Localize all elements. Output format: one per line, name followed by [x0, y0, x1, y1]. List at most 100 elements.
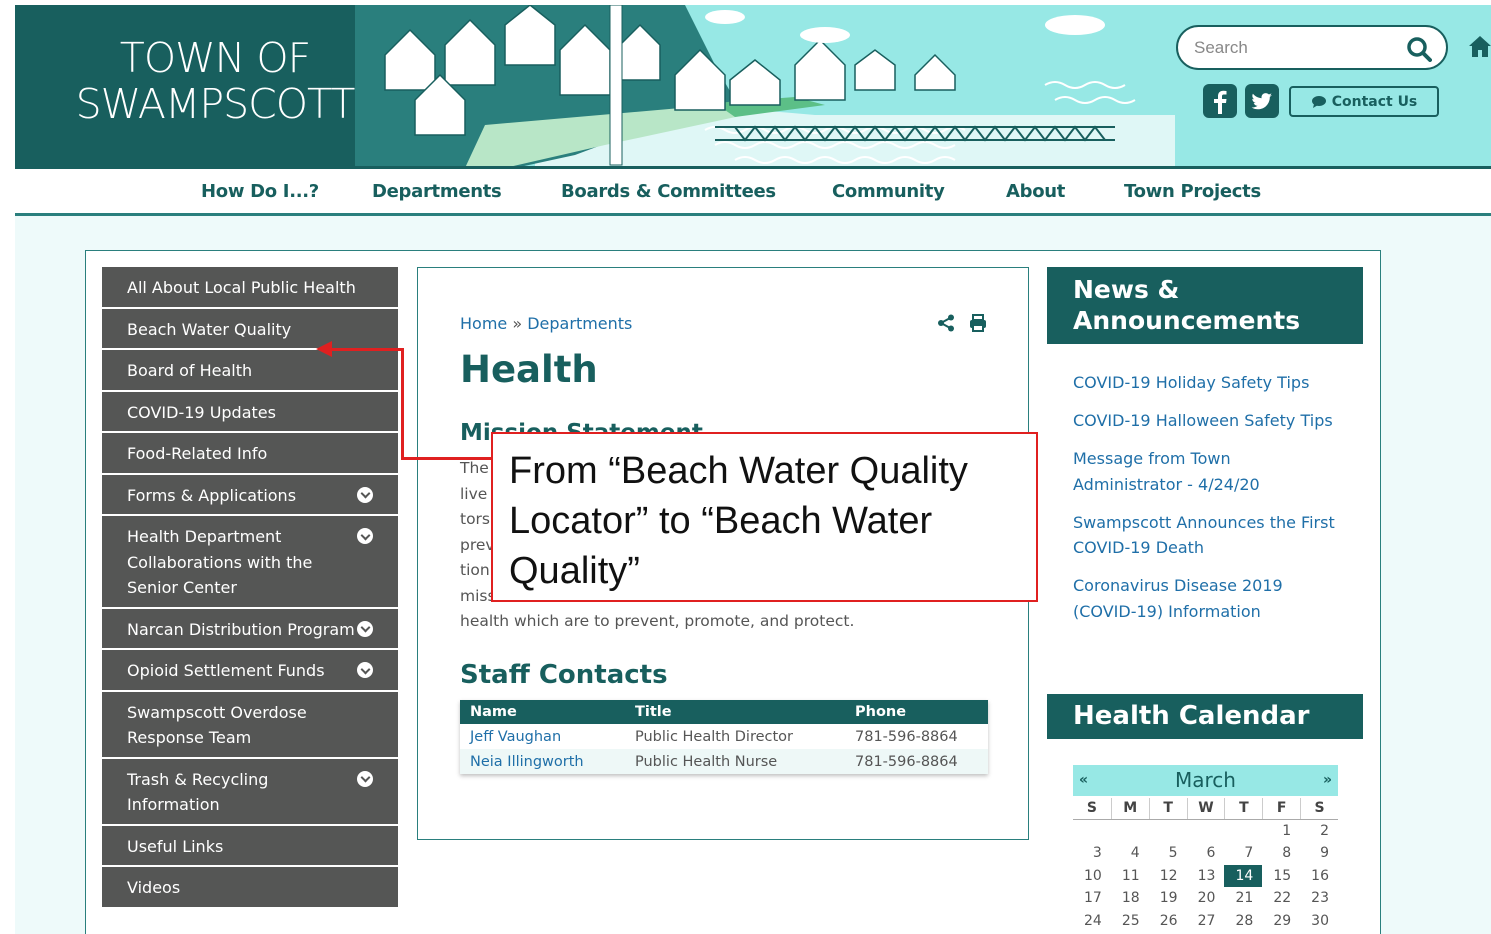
sidebar-item-label: All About Local Public Health — [127, 278, 356, 297]
calendar-month: March — [1175, 768, 1236, 792]
chevron-down-icon[interactable] — [357, 662, 373, 678]
staff-phone: 781-596-8864 — [855, 728, 958, 745]
sidebar-item-food-info[interactable]: Food-Related Info — [102, 433, 398, 475]
calendar-day[interactable]: 30 — [1300, 910, 1338, 932]
calendar-day[interactable]: 23 — [1300, 887, 1338, 909]
calendar-day[interactable]: 11 — [1111, 865, 1149, 887]
column-header-title: Title — [625, 700, 845, 724]
calendar-day[interactable]: 24 — [1073, 910, 1111, 932]
calendar-day[interactable]: 18 — [1111, 887, 1149, 909]
staff-contacts-heading: Staff Contacts — [460, 660, 668, 690]
main-nav: How Do I...? Departments Boards & Commit… — [15, 169, 1491, 215]
sidebar-item-label: Trash & Recycling Information — [127, 769, 269, 815]
calendar-day[interactable]: 3 — [1073, 842, 1111, 864]
calendar-day[interactable]: 1 — [1262, 820, 1300, 842]
sidebar-item-trash-recycling[interactable]: Trash & Recycling Information — [102, 758, 398, 826]
staff-title: Public Health Nurse — [625, 749, 845, 774]
calendar-day[interactable]: 26 — [1149, 910, 1187, 932]
sidebar-item-overdose-team[interactable]: Swampscott Overdose Response Team — [102, 691, 398, 759]
calendar-day[interactable]: 10 — [1073, 865, 1111, 887]
calendar-empty-cell — [1224, 820, 1262, 842]
sidebar-item-label: Board of Health — [127, 361, 253, 380]
calendar-day[interactable]: 21 — [1224, 887, 1262, 909]
calendar-day[interactable]: 28 — [1224, 910, 1262, 932]
sidebar-item-label: Health Department Collaborations with th… — [127, 527, 313, 597]
calendar-day[interactable]: 14 — [1224, 864, 1263, 888]
sidebar-item-beach-water-quality[interactable]: Beach Water Quality — [102, 308, 398, 350]
twitter-icon[interactable] — [1245, 84, 1279, 118]
calendar-day-name: F — [1262, 798, 1300, 819]
site-header: TOWN OF SWAMPSCOTT Search Contact Us — [15, 5, 1491, 168]
calendar-day[interactable]: 25 — [1111, 910, 1149, 932]
search-input[interactable] — [1194, 36, 1394, 60]
share-icon[interactable] — [937, 314, 955, 332]
nav-about[interactable]: About — [1006, 181, 1065, 202]
calendar-day[interactable]: 6 — [1187, 842, 1225, 864]
news-link[interactable]: Swampscott Announces the First COVID-19 … — [1073, 510, 1343, 561]
calendar-day[interactable]: 20 — [1187, 887, 1225, 909]
calendar-day[interactable]: 27 — [1187, 910, 1225, 932]
calendar-day[interactable]: 8 — [1262, 842, 1300, 864]
sidebar-item-narcan[interactable]: Narcan Distribution Program — [102, 608, 398, 650]
nav-town-projects[interactable]: Town Projects — [1124, 181, 1261, 202]
calendar-day[interactable]: 15 — [1262, 865, 1300, 887]
calendar-day[interactable]: 4 — [1111, 842, 1149, 864]
calendar-day[interactable]: 19 — [1149, 887, 1187, 909]
sidebar-item-covid-updates[interactable]: COVID-19 Updates — [102, 391, 398, 433]
calendar-day[interactable]: 17 — [1073, 887, 1111, 909]
sidebar-item-senior-center[interactable]: Health Department Collaborations with th… — [102, 516, 398, 609]
news-link[interactable]: Message from Town Administrator - 4/24/2… — [1073, 446, 1343, 497]
sidebar-item-label: Opioid Settlement Funds — [127, 661, 325, 680]
news-link[interactable]: Coronavirus Disease 2019 (COVID-19) Info… — [1073, 573, 1343, 624]
calendar-day[interactable]: 2 — [1300, 820, 1338, 842]
staff-name-link[interactable]: Jeff Vaughan — [460, 724, 625, 749]
calendar-heading: Health Calendar — [1047, 694, 1363, 739]
column-header-name: Name — [460, 700, 625, 724]
calendar-prev-button[interactable]: « — [1079, 765, 1088, 796]
contact-us-button[interactable]: Contact Us — [1289, 86, 1439, 117]
calendar-day[interactable]: 7 — [1224, 842, 1262, 864]
chevron-down-icon[interactable] — [357, 486, 373, 503]
news-link[interactable]: COVID-19 Holiday Safety Tips — [1073, 370, 1343, 396]
sidebar-item-label: Beach Water Quality — [127, 319, 292, 339]
chevron-down-icon[interactable] — [357, 620, 373, 637]
chevron-down-icon[interactable] — [357, 770, 373, 787]
calendar-day[interactable]: 12 — [1149, 865, 1187, 887]
search-icon[interactable] — [1406, 36, 1432, 62]
contact-us-label: Contact Us — [1331, 93, 1418, 110]
calendar-grid: 1 2 3 4 5 6 7 8 9 10 11 12 13 14 15 16 17 18 19 20 21 22 23 24 2… — [1073, 820, 1338, 932]
calendar-day[interactable]: 29 — [1262, 910, 1300, 932]
breadcrumb-departments[interactable]: Departments — [527, 314, 632, 333]
calendar-day[interactable]: 13 — [1187, 865, 1225, 887]
table-header-row: Name Title Phone — [460, 700, 988, 724]
calendar-day[interactable]: 9 — [1300, 842, 1338, 864]
nav-how-do-i[interactable]: How Do I...? — [201, 181, 319, 202]
calendar-day[interactable]: 16 — [1300, 865, 1338, 887]
sidebar-item-label: Narcan Distribution Program — [127, 619, 355, 639]
sidebar-item-board-of-health[interactable]: Board of Health — [102, 350, 398, 392]
calendar-day[interactable]: 22 — [1262, 887, 1300, 909]
print-icon[interactable] — [969, 314, 987, 332]
news-link[interactable]: COVID-19 Halloween Safety Tips — [1073, 408, 1343, 434]
sidebar-item-label: COVID-19 Updates — [127, 402, 276, 422]
chevron-down-icon[interactable] — [357, 528, 373, 544]
staff-name-link[interactable]: Neia Illingworth — [460, 749, 625, 774]
calendar-day[interactable]: 5 — [1149, 842, 1187, 864]
sidebar-item-label: Forms & Applications — [127, 485, 297, 505]
nav-departments[interactable]: Departments — [372, 181, 502, 202]
annotation-arrow — [401, 457, 491, 460]
nav-community[interactable]: Community — [832, 181, 945, 202]
sidebar-item-label: Useful Links — [127, 836, 224, 856]
sidebar-item-forms-applications[interactable]: Forms & Applications — [102, 474, 398, 516]
calendar-widget: « March » SMTWTFS 1 2 3 4 5 6 7 8 9 10 11 12 13 14 15 1… — [1073, 765, 1338, 932]
nav-boards-committees[interactable]: Boards & Committees — [561, 181, 776, 202]
sidebar-item-opioid-funds[interactable]: Opioid Settlement Funds — [102, 650, 398, 692]
calendar-next-button[interactable]: » — [1323, 765, 1332, 796]
home-icon[interactable] — [1467, 33, 1491, 59]
sidebar-item-useful-links[interactable]: Useful Links — [102, 825, 398, 867]
sidebar-item-local-public-health[interactable]: All About Local Public Health — [102, 267, 398, 309]
facebook-icon[interactable] — [1203, 84, 1237, 118]
logo[interactable]: TOWN OF SWAMPSCOTT — [15, 5, 370, 168]
breadcrumb-home[interactable]: Home — [460, 314, 507, 333]
sidebar-item-videos[interactable]: Videos — [102, 867, 398, 909]
